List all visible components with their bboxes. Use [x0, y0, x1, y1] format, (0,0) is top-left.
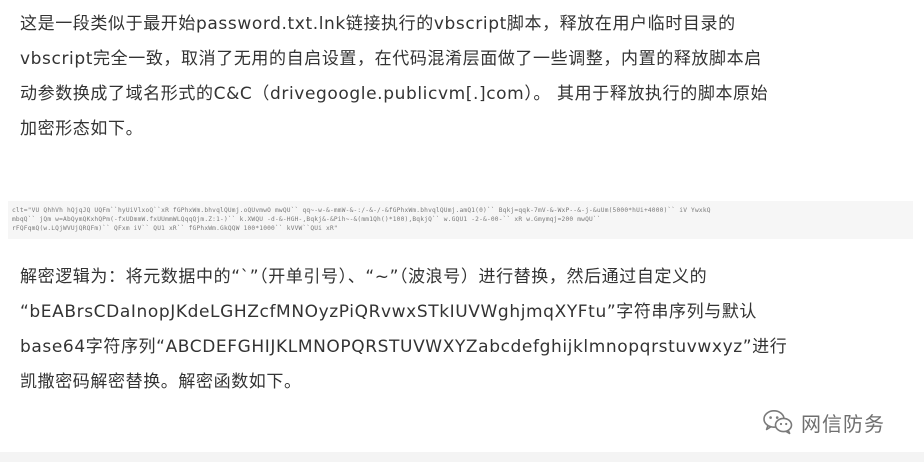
paragraph-line: vbscript完全一致，取消了无用的自启设置，在代码混淆层面做了一些调整，内置… — [20, 49, 762, 69]
paragraph-line: 这是一段类似于最开始password.txt.lnk链接执行的vbscript脚… — [20, 14, 736, 34]
obfuscated-code-snippet: clt="VU QhhVh hQjqJQ UQFm``hyUiVlxoQ``xR… — [8, 201, 913, 239]
paragraph-line: 解密逻辑为：将元数据中的“`”（开单引号）、“~”（波浪号）进行替换，然后通过自… — [20, 267, 708, 287]
wechat-icon — [763, 409, 793, 435]
wechat-watermark: 网信防务 — [763, 404, 885, 440]
article-paragraph-decryption: 解密逻辑为：将元数据中的“`”（开单引号）、“~”（波浪号）进行替换，然后通过自… — [20, 260, 910, 400]
paragraph-line: 动参数换成了域名形式的C&C（drivegoogle.publicvm[.]co… — [20, 84, 769, 104]
watermark-label: 网信防务 — [801, 411, 885, 436]
paragraph-line: base64字符序列“ABCDEFGHIJKLMNOPQRSTUVWXYZabc… — [20, 337, 788, 357]
code-line: mbqQ`` jQm w=AbQymQKxhQPm(-fxUDmmW.fxUUm… — [12, 216, 601, 223]
next-code-block-edge — [0, 452, 924, 462]
article-paragraph-intro: 这是一段类似于最开始password.txt.lnk链接执行的vbscript脚… — [20, 7, 910, 147]
code-line: clt="VU QhhVh hQjqJQ UQFm``hyUiVlxoQ``xR… — [12, 207, 711, 214]
code-line: rFQFqmQ(w.LQjWVUjQRQFm)`` QFxm iV`` QU1 … — [12, 225, 338, 232]
paragraph-line: “bEABrsCDaInopJKdeLGHZcfMNOyzPiQRvwxSTkI… — [20, 302, 758, 322]
paragraph-line: 凯撒密码解密替换。解密函数如下。 — [20, 372, 302, 392]
paragraph-line: 加密形态如下。 — [20, 119, 144, 139]
